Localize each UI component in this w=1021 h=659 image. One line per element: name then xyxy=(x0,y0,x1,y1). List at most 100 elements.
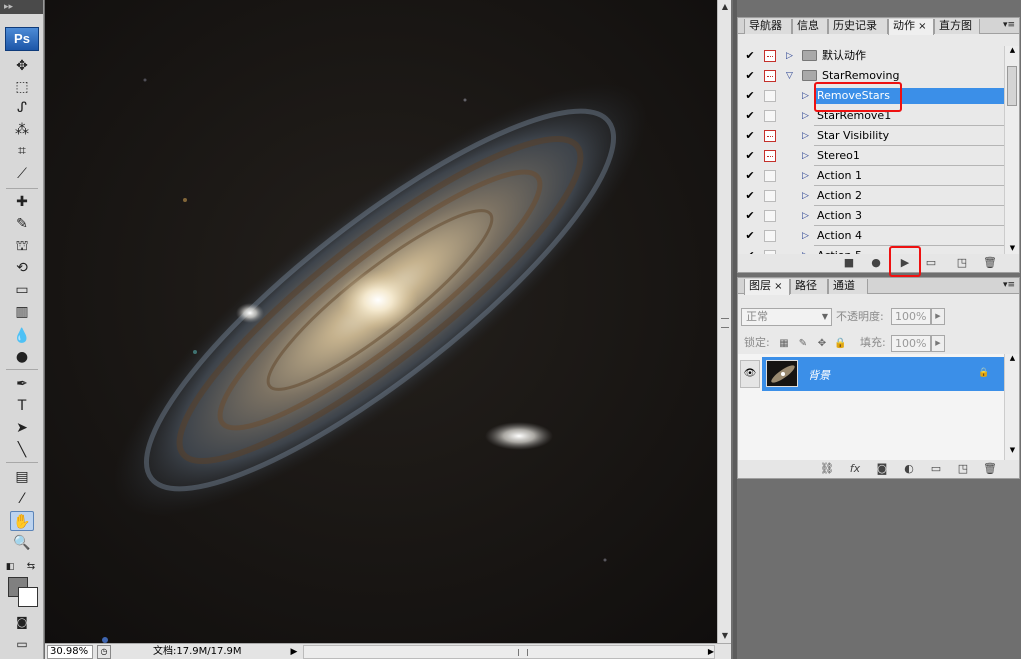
swap-colors-icon[interactable]: ⇆ xyxy=(24,557,38,577)
move-tool-icon[interactable]: ✥ xyxy=(10,56,34,76)
dialog-toggle[interactable] xyxy=(764,70,776,82)
status-menu-arrow-icon[interactable]: ▶ xyxy=(288,645,300,659)
toggle-checkbox[interactable]: ✔ xyxy=(744,170,756,182)
action-row[interactable]: ✔ ▷ Action 2 xyxy=(738,186,1004,206)
dodge-tool-icon[interactable]: ● xyxy=(10,347,34,367)
dialog-toggle[interactable] xyxy=(764,130,776,142)
fill-field[interactable]: 100% xyxy=(891,335,931,352)
brush-tool-icon[interactable]: ✎ xyxy=(10,214,34,234)
gradient-tool-icon[interactable]: ▥ xyxy=(10,302,34,322)
default-colors-icon[interactable]: ◧ xyxy=(4,557,16,577)
layers-tab-1[interactable]: 路径 xyxy=(790,279,828,294)
chevron-right-icon[interactable]: ▷ xyxy=(802,230,809,242)
dialog-toggle[interactable] xyxy=(764,150,776,162)
chevron-right-icon[interactable]: ▷ xyxy=(802,110,809,122)
scroll-grip[interactable] xyxy=(721,318,729,328)
slice-tool-icon[interactable]: ⟋ xyxy=(10,164,34,184)
scroll-up-icon[interactable]: ▲ xyxy=(1005,46,1020,54)
chevron-right-icon[interactable]: ▷ xyxy=(802,130,809,142)
new-set-icon[interactable]: ▭ xyxy=(924,256,938,270)
link-layers-icon[interactable]: ⛓ xyxy=(820,462,834,476)
new-action-icon[interactable]: ◳ xyxy=(955,256,969,270)
action-row[interactable]: ✔ ▷ Stereo1 xyxy=(738,146,1004,166)
toolbox-grip[interactable]: ▸▸ xyxy=(0,0,43,14)
opacity-field[interactable]: 100% xyxy=(891,308,931,325)
quick-mask-icon[interactable]: ◙ xyxy=(10,612,34,632)
dialog-toggle[interactable] xyxy=(764,230,776,242)
dialog-toggle[interactable] xyxy=(764,190,776,202)
chevron-right-icon[interactable]: ▷ xyxy=(802,190,809,202)
stop-icon[interactable]: ■ xyxy=(842,256,856,270)
scroll-right-icon[interactable]: ▶ xyxy=(705,645,717,659)
panel-menu-icon[interactable]: ▾≡ xyxy=(1003,20,1015,30)
new-group-icon[interactable]: ▭ xyxy=(929,462,943,476)
hscroll-grip[interactable] xyxy=(518,649,528,656)
action-row[interactable]: ✔ ▷ Action 1 xyxy=(738,166,1004,186)
actions-tab-2[interactable]: 历史记录 xyxy=(828,19,888,34)
toggle-checkbox[interactable]: ✔ xyxy=(744,110,756,122)
layers-tab-0[interactable]: 图层 × xyxy=(744,279,790,295)
action-set-row[interactable]: ✔ ▷ 默认动作 xyxy=(738,46,1004,66)
chevron-right-icon[interactable]: ▷ xyxy=(786,50,793,62)
chevron-right-icon[interactable]: ▷ xyxy=(802,210,809,222)
record-icon[interactable]: ● xyxy=(869,256,883,270)
magic-wand-tool-icon[interactable]: ⁂ xyxy=(10,120,34,140)
actions-tab-3[interactable]: 动作 × xyxy=(888,19,934,35)
scroll-down-icon[interactable]: ▼ xyxy=(1005,244,1020,252)
add-mask-icon[interactable]: ◙ xyxy=(875,462,889,476)
canvas-horizontal-scrollbar[interactable] xyxy=(303,645,715,659)
action-row[interactable]: ✔ ▷ Action 4 xyxy=(738,226,1004,246)
photoshop-logo[interactable]: Ps xyxy=(5,27,39,51)
fill-slider-arrow-icon[interactable]: ▶ xyxy=(931,335,945,352)
chevron-down-icon[interactable]: ▽ xyxy=(786,70,793,82)
chevron-right-icon[interactable]: ▷ xyxy=(802,90,809,102)
action-row[interactable]: ✔ ▷ Action 3 xyxy=(738,206,1004,226)
toggle-checkbox[interactable]: ✔ xyxy=(744,230,756,242)
lock-transparent-icon[interactable]: ▦ xyxy=(778,338,790,350)
lock-all-icon[interactable]: 🔒 xyxy=(834,338,846,350)
notes-tool-icon[interactable]: ▤ xyxy=(10,467,34,487)
toggle-checkbox[interactable]: ✔ xyxy=(744,150,756,162)
zoom-tool-icon[interactable]: 🔍 xyxy=(10,533,34,553)
background-color-swatch[interactable] xyxy=(18,587,38,607)
eye-icon[interactable]: 👁 xyxy=(740,360,760,388)
scroll-up-icon[interactable]: ▲ xyxy=(718,0,732,14)
hand-tool-icon[interactable]: ✋ xyxy=(10,511,34,531)
pen-tool-icon[interactable]: ✒ xyxy=(10,374,34,394)
crop-tool-icon[interactable]: ⌗ xyxy=(10,141,34,161)
toggle-checkbox[interactable]: ✔ xyxy=(744,190,756,202)
toggle-checkbox[interactable]: ✔ xyxy=(744,210,756,222)
line-tool-icon[interactable]: ╲ xyxy=(10,440,34,460)
healing-brush-tool-icon[interactable]: ✚ xyxy=(10,192,34,212)
blur-tool-icon[interactable]: 💧 xyxy=(10,326,34,346)
actions-tab-0[interactable]: 导航器 xyxy=(744,19,792,34)
toggle-checkbox[interactable]: ✔ xyxy=(744,50,756,62)
dialog-toggle[interactable] xyxy=(764,110,776,122)
panel-menu-icon[interactable]: ▾≡ xyxy=(1003,280,1015,290)
delete-layer-icon[interactable]: 🗑 xyxy=(983,462,997,476)
actions-tab-1[interactable]: 信息 xyxy=(792,19,828,34)
clone-stamp-tool-icon[interactable]: ⛫ xyxy=(10,236,34,256)
layer-selected[interactable]: 背景 🔒 xyxy=(762,357,1004,391)
scroll-down-icon[interactable]: ▼ xyxy=(718,629,732,643)
lock-image-icon[interactable]: ✎ xyxy=(797,338,809,350)
layers-scrollbar[interactable]: ▲ ▼ xyxy=(1004,354,1019,460)
chevron-right-icon[interactable]: ▷ xyxy=(802,170,809,182)
toggle-checkbox[interactable]: ✔ xyxy=(744,90,756,102)
layers-tab-2[interactable]: 通道 xyxy=(828,279,868,294)
dialog-toggle[interactable] xyxy=(764,90,776,102)
layer-style-icon[interactable]: fx xyxy=(848,462,862,476)
path-selection-tool-icon[interactable]: ➤ xyxy=(10,418,34,438)
scroll-down-icon[interactable]: ▼ xyxy=(1005,446,1020,454)
layer-row[interactable]: 👁 背景 🔒 xyxy=(738,357,1004,391)
new-layer-icon[interactable]: ◳ xyxy=(956,462,970,476)
eyedropper-tool-icon[interactable]: ⁄ xyxy=(10,489,34,509)
actions-scrollbar[interactable]: ▲ ▼ xyxy=(1004,46,1019,258)
scroll-up-icon[interactable]: ▲ xyxy=(1005,354,1020,362)
delete-icon[interactable]: 🗑 xyxy=(983,256,997,270)
marquee-tool-icon[interactable]: ⬚ xyxy=(10,77,34,97)
dialog-toggle[interactable] xyxy=(764,50,776,62)
screen-mode-icon[interactable]: ▭ xyxy=(10,634,34,654)
adjustment-layer-icon[interactable]: ◐ xyxy=(902,462,916,476)
zoom-level-field[interactable]: 30.98% xyxy=(47,645,93,659)
